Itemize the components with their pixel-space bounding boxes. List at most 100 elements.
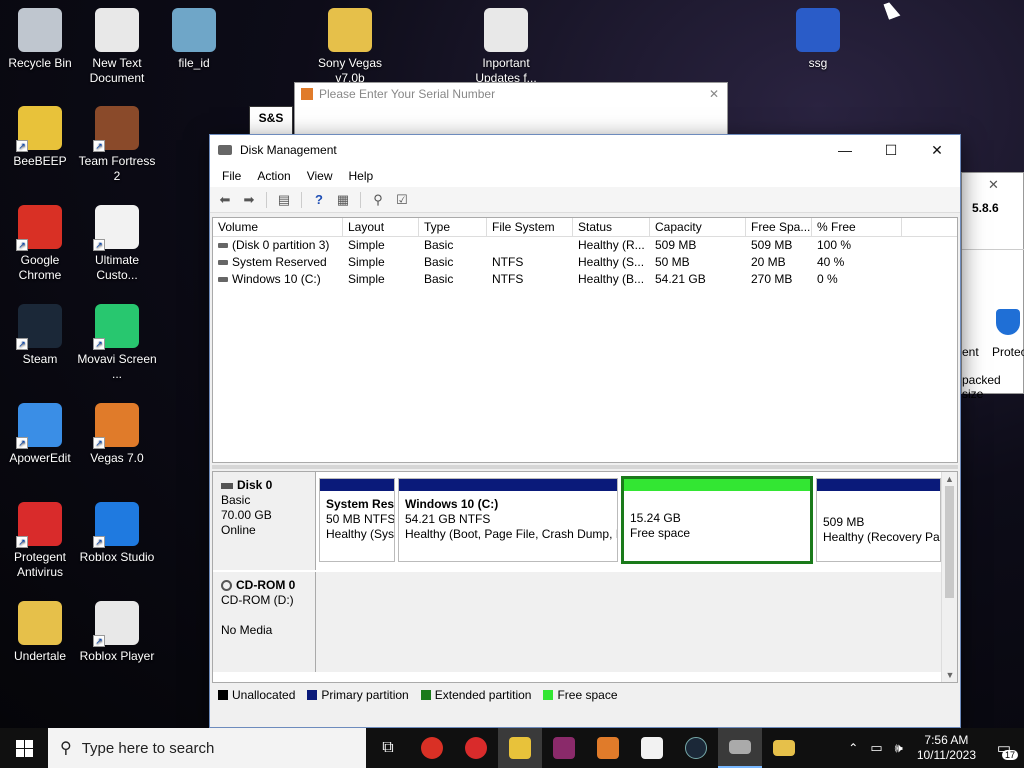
- desktop-icon[interactable]: Recycle Bin: [0, 8, 80, 71]
- forward-arrow-icon[interactable]: ➡: [240, 192, 258, 208]
- taskbar-winrar[interactable]: [542, 728, 586, 768]
- column-header[interactable]: Free Spa...: [746, 218, 812, 236]
- chevron-up-icon[interactable]: ⌃: [848, 741, 858, 755]
- desktop-icon[interactable]: Sony Vegas v7.0b: [310, 8, 390, 86]
- table-cell: 0 %: [812, 271, 902, 288]
- disk-0-name: Disk 0: [237, 478, 273, 492]
- partition-system-reserved[interactable]: System Res 50 MB NTFS Healthy (Sys: [319, 478, 395, 562]
- title-bar[interactable]: Disk Management — ☐ ✕: [210, 135, 960, 165]
- partition-windows-c[interactable]: Windows 10 (C:) 54.21 GB NTFS Healthy (B…: [398, 478, 618, 562]
- desktop-icon[interactable]: ↗ Steam: [0, 304, 80, 367]
- network-icon[interactable]: ▭: [870, 740, 882, 756]
- table-cell: Simple: [343, 237, 419, 254]
- vertical-scrollbar[interactable]: ▲ ▼: [941, 472, 957, 682]
- cdrom-state: No Media: [221, 623, 273, 637]
- app-icon: ↗: [93, 403, 139, 449]
- app-icon: [484, 8, 528, 52]
- desktop-icon[interactable]: ↗ Team Fortress 2: [77, 106, 157, 184]
- taskbar-protegent[interactable]: [454, 728, 498, 768]
- column-header[interactable]: Type: [419, 218, 487, 236]
- start-button[interactable]: [0, 728, 48, 768]
- folder-icon: [773, 740, 795, 756]
- disk-0-label[interactable]: Disk 0 Basic 70.00 GB Online: [213, 472, 316, 570]
- cdrom-0-row[interactable]: CD-ROM 0 CD-ROM (D:) No Media: [213, 572, 943, 672]
- column-header[interactable]: Layout: [343, 218, 419, 236]
- table-row[interactable]: System Reserved Simple Basic NTFS Healthy (S…: [213, 254, 957, 271]
- taskbar-steam[interactable]: [674, 728, 718, 768]
- desktop-icon[interactable]: ↗ Vegas 7.0: [77, 403, 157, 466]
- cell-text: System Reserved: [232, 255, 327, 269]
- scroll-down-arrow[interactable]: ▼: [942, 668, 958, 682]
- scroll-up-arrow[interactable]: ▲: [942, 472, 957, 486]
- legend-label: Free space: [557, 688, 618, 702]
- disk-management-window[interactable]: Disk Management — ☐ ✕ File Action View H…: [209, 134, 961, 728]
- task-view-button[interactable]: ⧉: [366, 728, 410, 768]
- connect-icon[interactable]: ⚲: [369, 192, 387, 208]
- desktop-icon[interactable]: ↗ BeeBEEP: [0, 106, 80, 169]
- menu-view[interactable]: View: [299, 169, 341, 183]
- taskbar-vegas[interactable]: [586, 728, 630, 768]
- partition-free-space[interactable]: 15.24 GB Free space: [621, 476, 813, 564]
- serial-number-dialog[interactable]: Please Enter Your Serial Number ✕: [294, 82, 728, 142]
- app-icon: ↗: [93, 601, 139, 647]
- side-window[interactable]: ✕ 5.8.6 ent Protec packed size: [961, 172, 1024, 401]
- table-row[interactable]: Windows 10 (C:) Simple Basic NTFS Healthy (B…: [213, 271, 957, 288]
- scroll-thumb[interactable]: [945, 486, 954, 598]
- desktop-icon[interactable]: file_id: [154, 8, 234, 71]
- desktop-icon[interactable]: ↗ Ultimate Custo...: [77, 205, 157, 283]
- maximize-button[interactable]: ☐: [868, 135, 914, 165]
- menu-help[interactable]: Help: [341, 169, 382, 183]
- shortcut-arrow-icon: ↗: [93, 140, 105, 152]
- notification-center-button[interactable]: ▭ 17: [984, 728, 1024, 768]
- properties-icon[interactable]: ▦: [334, 192, 352, 208]
- taskbar-search-box[interactable]: ⚲ Type here to search: [48, 728, 366, 768]
- desktop-icon[interactable]: New Text Document: [77, 8, 157, 86]
- taskbar-beebeep[interactable]: [498, 728, 542, 768]
- column-header[interactable]: % Free: [812, 218, 902, 236]
- desktop-icon[interactable]: ssg: [778, 8, 858, 71]
- table-row[interactable]: (Disk 0 partition 3) Simple Basic Healthy (…: [213, 237, 957, 254]
- column-header[interactable]: File System: [487, 218, 573, 236]
- cdrom-0-label[interactable]: CD-ROM 0 CD-ROM (D:) No Media: [213, 572, 316, 672]
- column-header[interactable]: Status: [573, 218, 650, 236]
- desktop-icon-label: Team Fortress 2: [78, 154, 156, 183]
- desktop-icon[interactable]: Inportant Updates f...: [466, 8, 546, 86]
- help-icon[interactable]: ?: [310, 192, 328, 208]
- settings-list-icon[interactable]: ☑: [393, 192, 411, 208]
- table-cell: Simple: [343, 271, 419, 288]
- close-icon[interactable]: ✕: [988, 177, 999, 193]
- protegent-icon: [465, 737, 487, 759]
- toolbar-separator: [301, 191, 302, 208]
- clock[interactable]: 7:56 AM 10/11/2023: [917, 733, 976, 763]
- taskbar-disk-management[interactable]: [718, 728, 762, 768]
- table-body: (Disk 0 partition 3) Simple Basic Healthy (…: [213, 237, 957, 288]
- table-cell: Basic: [419, 271, 487, 288]
- cell-text: Simple: [348, 238, 385, 252]
- desktop-icon[interactable]: ↗ Roblox Studio: [77, 502, 157, 565]
- desktop-icon[interactable]: ↗ Movavi Screen ...: [77, 304, 157, 382]
- minimize-button[interactable]: —: [822, 135, 868, 165]
- desktop-icon[interactable]: ↗ Google Chrome: [0, 205, 80, 283]
- back-arrow-icon[interactable]: ⬅: [216, 192, 234, 208]
- desktop-icon[interactable]: Undertale: [0, 601, 80, 664]
- show-hide-tree-icon[interactable]: ▤: [275, 192, 293, 208]
- disk-0-row[interactable]: Disk 0 Basic 70.00 GB Online System Res …: [213, 472, 943, 570]
- taskbar-ss-app[interactable]: [630, 728, 674, 768]
- desktop-icon[interactable]: ↗ ApowerEdit: [0, 403, 80, 466]
- taskbar-chrome[interactable]: [410, 728, 454, 768]
- taskbar-file-explorer[interactable]: [762, 728, 806, 768]
- dialog-app-icon: [301, 88, 313, 100]
- toolbar-separator: [360, 191, 361, 208]
- menu-action[interactable]: Action: [249, 169, 298, 183]
- close-button[interactable]: ✕: [914, 135, 960, 165]
- volume-icon[interactable]: 🕪: [895, 740, 903, 756]
- pane-splitter[interactable]: [212, 465, 958, 469]
- desktop-icon[interactable]: ↗ Roblox Player: [77, 601, 157, 664]
- desktop-icon[interactable]: ↗ Protegent Antivirus: [0, 502, 80, 580]
- menu-file[interactable]: File: [214, 169, 249, 183]
- table-cell: 40 %: [812, 254, 902, 271]
- close-icon[interactable]: ✕: [709, 87, 719, 101]
- column-header[interactable]: Capacity: [650, 218, 746, 236]
- column-header[interactable]: Volume: [213, 218, 343, 236]
- partition-recovery[interactable]: 509 MB Healthy (Recovery Pa: [816, 478, 941, 562]
